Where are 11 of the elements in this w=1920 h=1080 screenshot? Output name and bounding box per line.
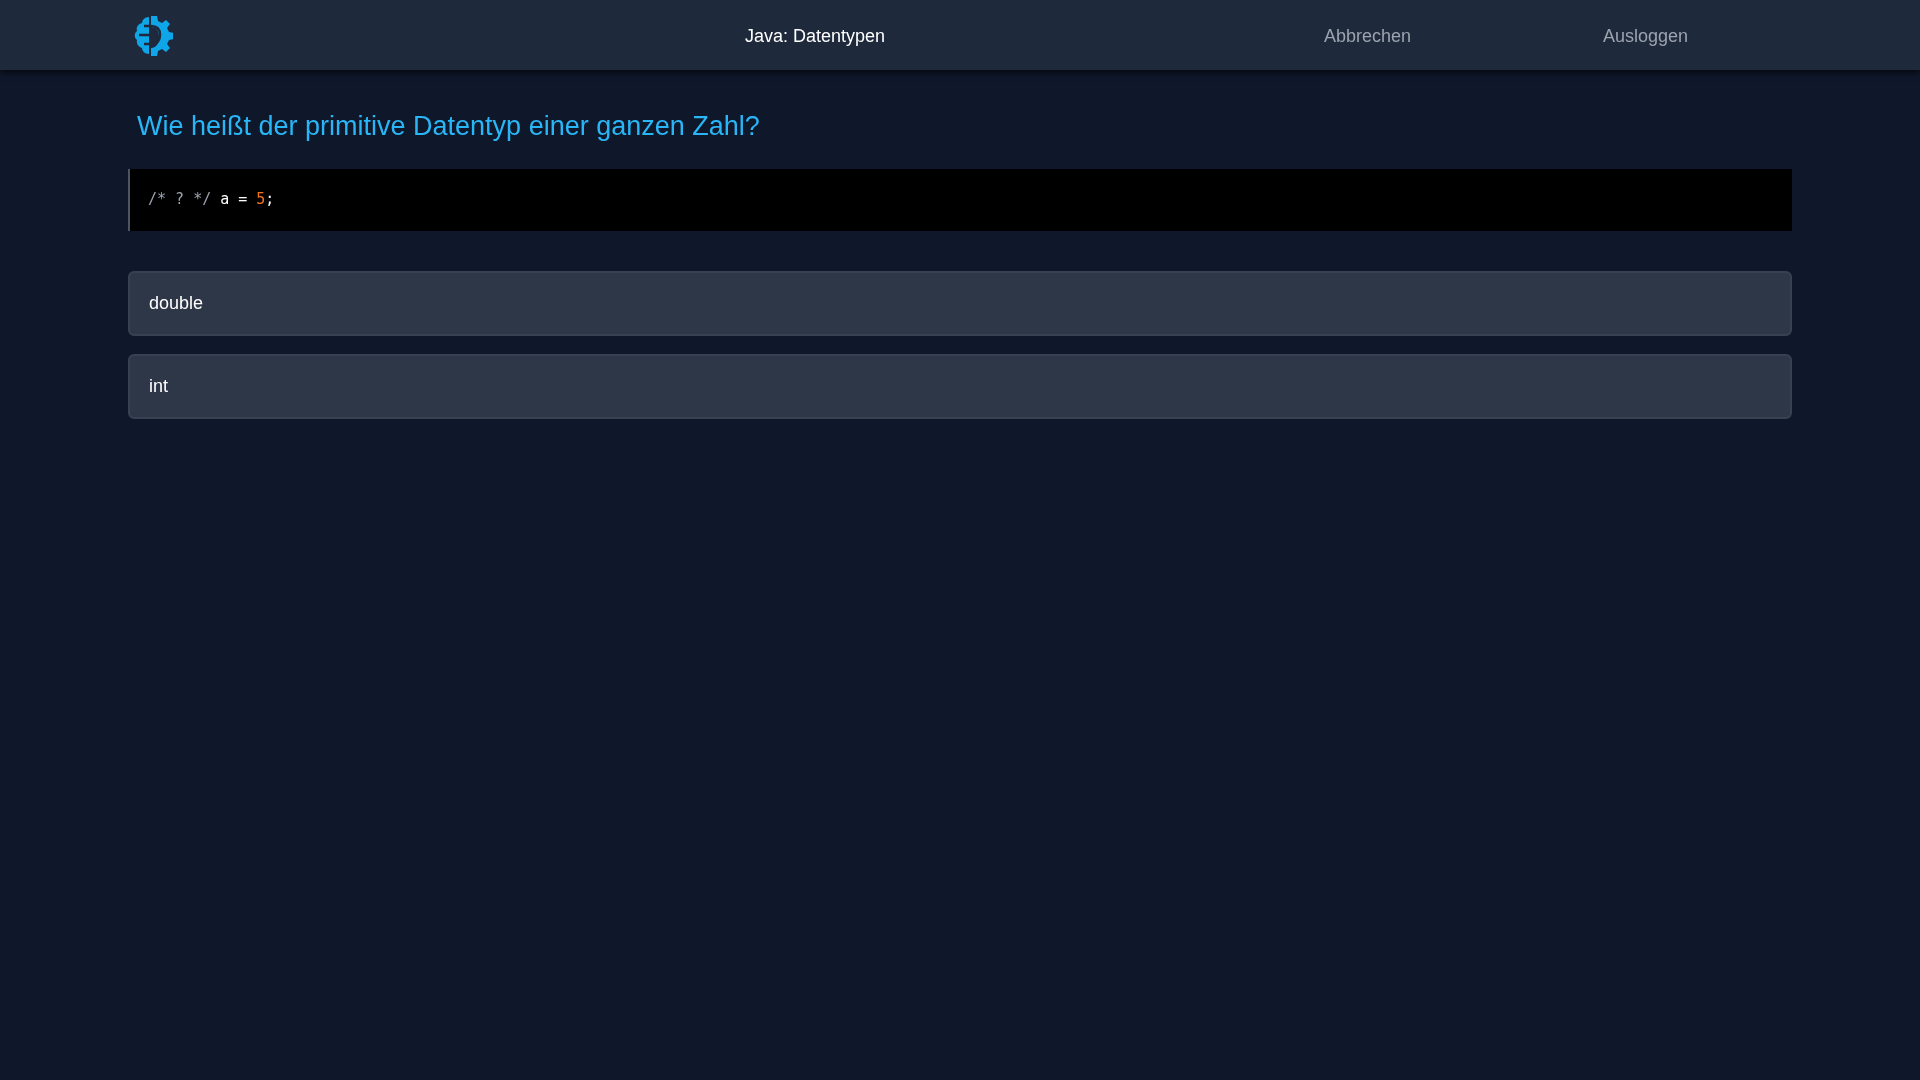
brain-gear-logo-icon[interactable] <box>133 14 173 56</box>
code-text: ; <box>265 189 275 211</box>
logout-link[interactable]: Ausloggen <box>1603 23 1689 50</box>
answer-option[interactable]: double <box>128 270 1792 336</box>
page-title: Java: Datentypen <box>745 25 886 48</box>
code-text: 5 <box>256 189 266 211</box>
question-heading: Wie heißt der primitive Datentyp einer ganzen Zahl? <box>137 110 761 143</box>
cancel-link[interactable]: Abbrechen <box>1324 23 1412 50</box>
code-comment: /* ? */ <box>148 189 212 211</box>
code-text: a = <box>220 189 248 211</box>
answer-option[interactable]: int <box>128 353 1792 419</box>
